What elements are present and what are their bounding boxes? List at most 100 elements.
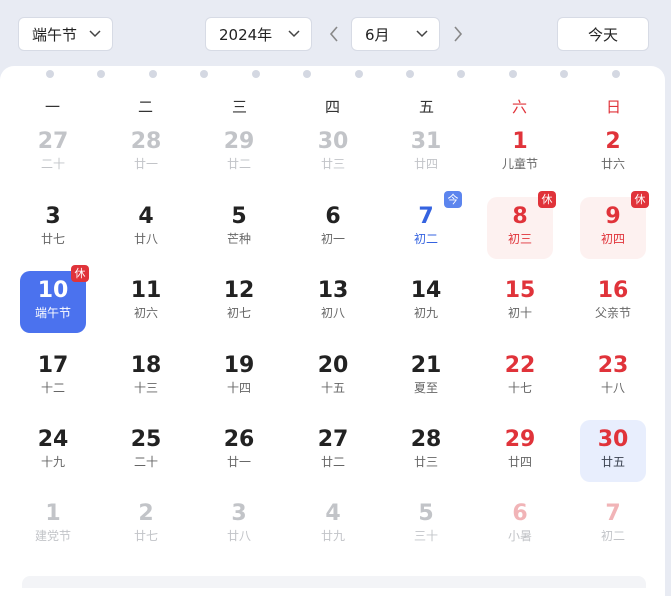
day-cell[interactable]: 7 初二今 bbox=[393, 191, 462, 259]
day-number: 29 bbox=[223, 129, 255, 154]
month-select[interactable]: 6月 bbox=[351, 17, 440, 51]
day-cell[interactable]: 28 廿一 bbox=[113, 122, 179, 184]
lunar-date: 廿四 bbox=[507, 455, 532, 469]
binder-pin bbox=[46, 70, 54, 78]
day-cell[interactable]: 31 廿四 bbox=[393, 122, 459, 184]
binder-pin bbox=[97, 70, 105, 78]
day-cell[interactable]: 25 二十 bbox=[113, 420, 179, 482]
next-month-arrow-icon[interactable] bbox=[451, 24, 465, 44]
weekday-label: 六 bbox=[511, 98, 527, 116]
binder-pin bbox=[252, 70, 260, 78]
day-number: 28 bbox=[410, 427, 442, 452]
lunar-date: 廿一 bbox=[133, 157, 158, 171]
lunar-date: 初三 bbox=[507, 232, 532, 246]
lunar-date: 芒种 bbox=[226, 232, 251, 246]
day-number: 30 bbox=[597, 427, 629, 452]
day-cell[interactable]: 29 廿四 bbox=[487, 420, 553, 482]
day-number: 17 bbox=[37, 353, 69, 378]
day-number: 16 bbox=[597, 278, 629, 303]
year-select[interactable]: 2024年 bbox=[205, 17, 312, 51]
lunar-date: 夏至 bbox=[413, 381, 438, 395]
lunar-date: 廿七 bbox=[133, 529, 158, 543]
day-cell[interactable]: 5 芒种 bbox=[206, 197, 272, 259]
day-number: 22 bbox=[504, 353, 536, 378]
lunar-date: 初八 bbox=[320, 306, 345, 320]
lunar-date: 三十 bbox=[413, 529, 438, 543]
day-number: 13 bbox=[317, 278, 349, 303]
prev-month-arrow-icon[interactable] bbox=[327, 24, 341, 44]
day-cell[interactable]: 4 廿九 bbox=[300, 494, 366, 556]
lunar-date: 十八 bbox=[600, 381, 625, 395]
binder-pin bbox=[303, 70, 311, 78]
day-cell[interactable]: 24 十九 bbox=[20, 420, 86, 482]
day-cell[interactable]: 23 十八 bbox=[580, 346, 646, 408]
lunar-date: 十七 bbox=[507, 381, 532, 395]
lunar-date: 廿四 bbox=[413, 157, 438, 171]
day-number: 6 bbox=[325, 204, 341, 229]
lunar-date: 初二 bbox=[600, 529, 625, 543]
day-number: 24 bbox=[37, 427, 69, 452]
day-cell[interactable]: 14 初九 bbox=[393, 271, 459, 333]
day-cell[interactable]: 19 十四 bbox=[206, 346, 272, 408]
day-number: 18 bbox=[130, 353, 162, 378]
lunar-date: 初七 bbox=[226, 306, 251, 320]
holiday-select[interactable]: 端午节 bbox=[18, 17, 113, 51]
lunar-date: 建党节 bbox=[34, 529, 71, 543]
day-cell[interactable]: 11 初六 bbox=[113, 271, 179, 333]
weekday-label: 日 bbox=[605, 98, 621, 116]
day-cell[interactable]: 22 十七 bbox=[487, 346, 553, 408]
day-cell[interactable]: 1 建党节 bbox=[20, 494, 86, 556]
day-cell[interactable]: 30 廿三 bbox=[300, 122, 366, 184]
binder-pin bbox=[560, 70, 568, 78]
day-number: 27 bbox=[317, 427, 349, 452]
day-cell[interactable]: 2 廿七 bbox=[113, 494, 179, 556]
lunar-date: 小暑 bbox=[507, 529, 532, 543]
lunar-date: 廿三 bbox=[413, 455, 438, 469]
lunar-date: 廿五 bbox=[600, 455, 625, 469]
day-cell[interactable]: 6 小暑 bbox=[487, 494, 553, 556]
lunar-date: 廿六 bbox=[600, 157, 625, 171]
day-cell[interactable]: 3 廿八 bbox=[206, 494, 272, 556]
day-cell[interactable]: 2 廿六 bbox=[580, 122, 646, 184]
lunar-date: 廿八 bbox=[226, 529, 251, 543]
day-number: 1 bbox=[45, 501, 61, 526]
day-cell[interactable]: 26 廿一 bbox=[206, 420, 272, 482]
day-number: 30 bbox=[317, 129, 349, 154]
weekday-label: 一 bbox=[44, 98, 60, 116]
day-cell[interactable]: 29 廿二 bbox=[206, 122, 272, 184]
day-cell[interactable]: 21 夏至 bbox=[393, 346, 459, 408]
day-cell[interactable]: 7 初二 bbox=[580, 494, 646, 556]
lunar-date: 初十 bbox=[507, 306, 532, 320]
lunar-date: 廿九 bbox=[320, 529, 345, 543]
today-button[interactable]: 今天 bbox=[557, 17, 649, 51]
binder-pin bbox=[149, 70, 157, 78]
day-cell[interactable]: 17 十二 bbox=[20, 346, 86, 408]
holiday-rest-badge: 休 bbox=[631, 191, 649, 208]
day-number: 15 bbox=[504, 278, 536, 303]
binder-pin bbox=[457, 70, 465, 78]
weekday-label: 二 bbox=[137, 98, 153, 116]
day-cell[interactable]: 13 初八 bbox=[300, 271, 366, 333]
day-cell[interactable]: 6 初一 bbox=[300, 197, 366, 259]
day-cell[interactable]: 15 初十 bbox=[487, 271, 553, 333]
day-cell[interactable]: 28 廿三 bbox=[393, 420, 459, 482]
day-cell[interactable]: 3 廿七 bbox=[20, 197, 86, 259]
day-cell[interactable]: 27 廿二 bbox=[300, 420, 366, 482]
day-cell[interactable]: 1 儿童节 bbox=[487, 122, 553, 184]
day-cell[interactable]: 16 父亲节 bbox=[580, 271, 646, 333]
day-cell[interactable]: 20 十五 bbox=[300, 346, 366, 408]
day-cell[interactable]: 5 三十 bbox=[393, 494, 459, 556]
day-cell[interactable]: 18 十三 bbox=[113, 346, 179, 408]
day-number: 1 bbox=[512, 129, 528, 154]
day-cell[interactable]: 4 廿八 bbox=[113, 197, 179, 259]
day-cell[interactable]: 27 二十 bbox=[20, 122, 86, 184]
day-cell[interactable]: 9 初四休 bbox=[580, 191, 649, 259]
day-cell[interactable]: 8 初三休 bbox=[487, 191, 556, 259]
day-cell[interactable]: 12 初七 bbox=[206, 271, 272, 333]
lunar-date: 廿一 bbox=[226, 455, 251, 469]
day-cell[interactable]: 30 廿五 bbox=[580, 420, 646, 482]
calendar-toolbar: 端午节 2024年 6月 今天 bbox=[0, 0, 671, 66]
day-number: 25 bbox=[130, 427, 162, 452]
day-cell[interactable]: 10 端午节休 bbox=[20, 265, 89, 333]
day-number: 2 bbox=[138, 501, 154, 526]
